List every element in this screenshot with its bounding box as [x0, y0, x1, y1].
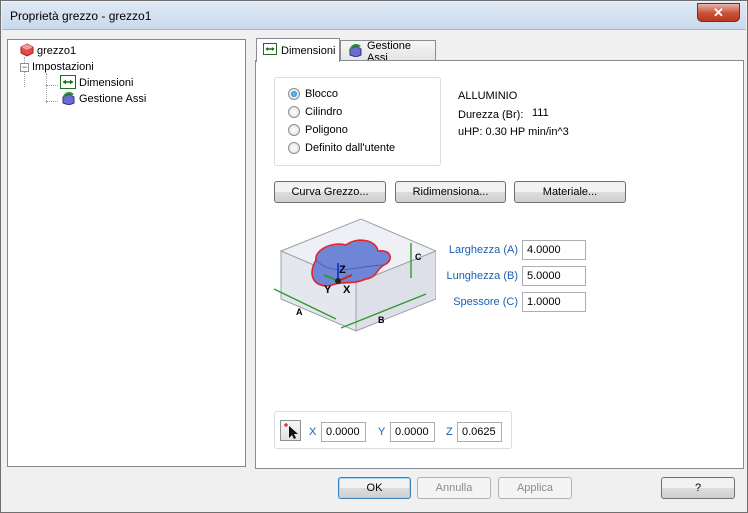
length-label: Lunghezza (B) — [446, 270, 518, 282]
radio-polygon[interactable]: Poligono — [288, 124, 348, 136]
dimensions-tab-panel: Blocco Cilindro Poligono Definito dall'u… — [255, 60, 744, 469]
origin-group: X 0.0000 Y 0.0000 Z 0.0625 — [274, 411, 512, 449]
cursor-pick-icon — [284, 423, 298, 439]
thickness-label: Spessore (C) — [453, 296, 518, 308]
tab-axes-management[interactable]: Gestione Assi — [340, 40, 436, 64]
origin-x-field[interactable]: 0.0000 — [321, 422, 366, 442]
dimensions-icon — [60, 74, 76, 92]
origin-z-label: Z — [446, 426, 453, 438]
origin-x-label: X — [309, 426, 317, 438]
axis-x-label: X — [343, 284, 351, 296]
radio-block-label: Blocco — [305, 88, 339, 100]
radio-cylinder-indicator[interactable] — [288, 106, 300, 118]
dim-c-label: C — [415, 252, 422, 262]
radio-block[interactable]: Blocco — [288, 88, 338, 100]
width-label: Larghezza (A) — [448, 244, 518, 256]
width-field[interactable]: 4.0000 — [522, 240, 586, 260]
tree-item-root[interactable]: grezzo1 — [20, 42, 77, 60]
hardness-label: Durezza (Br): — [458, 109, 524, 121]
origin-y-field[interactable]: 0.0000 — [390, 422, 435, 442]
radio-block-indicator[interactable] — [288, 88, 300, 100]
pick-origin-button[interactable] — [280, 420, 301, 441]
tab-dimensions-label: Dimensioni — [281, 44, 336, 57]
tree-item-settings[interactable]: − Impostazioni — [20, 59, 94, 75]
radio-cylinder-label: Cilindro — [305, 106, 343, 118]
stock-block-diagram: A B C Z Y X — [273, 218, 436, 332]
radio-polygon-indicator[interactable] — [288, 124, 300, 136]
axis-y-label: Y — [324, 284, 332, 296]
resize-button[interactable]: Ridimensiona... — [395, 181, 506, 203]
dialog-window: Proprietà grezzo - grezzo1 ✕ grezzo1 − I… — [0, 0, 748, 513]
radio-cylinder[interactable]: Cilindro — [288, 106, 342, 118]
axes-management-icon — [347, 43, 363, 60]
close-button[interactable]: ✕ — [697, 3, 740, 22]
stock-curve-button[interactable]: Curva Grezzo... — [274, 181, 386, 203]
hardness-value: 111 — [532, 107, 549, 119]
stock-icon — [20, 42, 34, 60]
title-bar: Proprietà grezzo - grezzo1 ✕ — [2, 2, 746, 30]
tab-dimensions[interactable]: Dimensioni — [256, 38, 340, 62]
dim-b-label: B — [378, 315, 385, 325]
collapse-icon[interactable]: − — [20, 62, 29, 72]
material-name: ALLUMINIO — [458, 90, 518, 102]
origin-y-label: Y — [378, 426, 386, 438]
ok-button[interactable]: OK — [338, 477, 411, 499]
origin-z-field[interactable]: 0.0625 — [457, 422, 502, 442]
window-title: Proprietà grezzo - grezzo1 — [10, 9, 152, 23]
tree-item-axes-label: Gestione Assi — [79, 93, 147, 105]
length-field[interactable]: 5.0000 — [522, 266, 586, 286]
radio-user-defined-label: Definito dall'utente — [305, 142, 396, 154]
dimensions-icon — [263, 43, 277, 58]
apply-button[interactable]: Applica — [498, 477, 572, 499]
material-button[interactable]: Materiale... — [514, 181, 626, 203]
dim-a-label: A — [296, 307, 303, 317]
tree-item-dimensions-label: Dimensioni — [79, 77, 134, 89]
tree-panel[interactable]: grezzo1 − Impostazioni Dimensioni Gestio… — [7, 39, 246, 467]
radio-user-defined-indicator[interactable] — [288, 142, 300, 154]
help-button[interactable]: ? — [661, 477, 735, 499]
axes-management-icon — [60, 91, 76, 108]
radio-polygon-label: Poligono — [305, 124, 348, 136]
thickness-field[interactable]: 1.0000 — [522, 292, 586, 312]
tree-item-axes[interactable]: Gestione Assi — [60, 91, 146, 107]
tree-group-label: Impostazioni — [32, 61, 94, 73]
cancel-button[interactable]: Annulla — [417, 477, 491, 499]
radio-user-defined[interactable]: Definito dall'utente — [288, 142, 395, 154]
tree-item-dimensions[interactable]: Dimensioni — [60, 74, 134, 92]
shape-group: Blocco Cilindro Poligono Definito dall'u… — [274, 77, 441, 166]
axis-z-label: Z — [339, 264, 346, 276]
tree-root-label: grezzo1 — [37, 45, 77, 57]
uhp-value: uHP: 0.30 HP min/in^3 — [458, 126, 569, 138]
